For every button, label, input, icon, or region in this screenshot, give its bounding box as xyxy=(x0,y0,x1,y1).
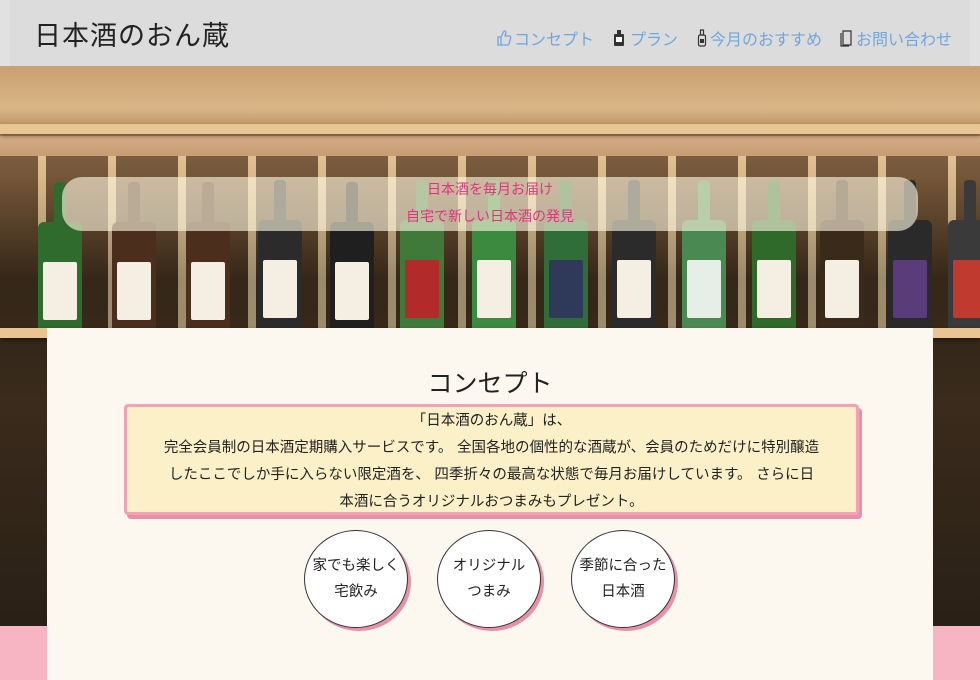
concept-description: 「日本酒のおん蔵」は、 完全会員制の日本酒定期購入サービスです。 全国各地の個性… xyxy=(124,404,859,515)
feature-line: 日本酒 xyxy=(601,584,645,600)
tagline-primary: 日本酒を毎月お届け xyxy=(427,182,553,198)
main-nav: コンセプト プラン 今月のおすすめ お問い合わせ xyxy=(496,26,952,50)
concept-line: 「日本酒のおん蔵」は、 xyxy=(411,413,572,429)
bottle xyxy=(820,180,864,332)
site-header: 日本酒のおん蔵 コンセプト プラン 今月のおすすめ お問い合わせ xyxy=(0,0,980,66)
feature-line: 季節に合った xyxy=(579,558,667,574)
feature-line: オリジナル xyxy=(452,558,526,574)
feature-home-drinking: 家でも楽しく 宅飲み xyxy=(304,530,408,628)
document-icon xyxy=(840,29,854,47)
tagline-secondary: 自宅で新しい日本酒の発見 xyxy=(406,209,574,225)
nav-concept-label: コンセプト xyxy=(513,30,594,49)
feature-line: 宅飲み xyxy=(334,584,378,600)
bottle xyxy=(112,182,156,332)
nav-plan[interactable]: プラン xyxy=(612,26,678,50)
tagline-banner: 日本酒を毎月お届け 自宅で新しい日本酒の発見 xyxy=(62,177,918,231)
concept-title: コンセプト xyxy=(427,369,553,398)
feature-line: つまみ xyxy=(467,584,511,600)
bottle xyxy=(544,180,588,332)
upper-shelf xyxy=(0,124,980,134)
bottle xyxy=(472,180,516,332)
bottle xyxy=(330,182,374,332)
feature-original-snacks: オリジナル つまみ xyxy=(437,530,541,628)
bottle xyxy=(752,180,796,332)
bottle xyxy=(948,180,980,332)
feature-circles: 家でも楽しく 宅飲み オリジナル つまみ 季節に合った 日本酒 xyxy=(47,530,933,630)
header-bar: 日本酒のおん蔵 コンセプト プラン 今月のおすすめ お問い合わせ xyxy=(10,0,970,66)
nav-concept[interactable]: コンセプト xyxy=(496,26,594,50)
concept-line: したここでしか手に入らない限定酒を、 四季折々の最高な状態で毎月お届けしています… xyxy=(168,467,815,483)
bottle xyxy=(682,180,726,332)
nav-plan-label: プラン xyxy=(629,30,678,49)
feature-seasonal-sake: 季節に合った 日本酒 xyxy=(571,530,675,628)
nav-contact[interactable]: お問い合わせ xyxy=(840,26,952,50)
concept-section: コンセプト 「日本酒のおん蔵」は、 完全会員制の日本酒定期購入サービスです。 全… xyxy=(47,328,933,680)
bottle-icon xyxy=(696,29,708,47)
bottle xyxy=(888,180,932,332)
site-logo[interactable]: 日本酒のおん蔵 xyxy=(34,14,230,53)
nav-contact-label: お問い合わせ xyxy=(855,30,952,49)
concept-line: 完全会員制の日本酒定期購入サービスです。 全国各地の個性的な酒蔵が、会員のためだ… xyxy=(163,440,820,456)
feature-line: 家でも楽しく xyxy=(312,558,400,574)
bottle xyxy=(400,180,444,332)
sake-bottle-icon xyxy=(612,29,628,47)
nav-recommend[interactable]: 今月のおすすめ xyxy=(696,26,822,50)
bottle xyxy=(258,180,302,332)
bottle xyxy=(186,182,230,332)
nav-recommend-label: 今月のおすすめ xyxy=(709,30,822,49)
concept-line: 本酒に合うオリジナルおつまみもプレゼント。 xyxy=(339,494,644,510)
bottle xyxy=(38,182,82,332)
thumbs-up-icon xyxy=(496,29,512,47)
bottle xyxy=(612,180,656,332)
